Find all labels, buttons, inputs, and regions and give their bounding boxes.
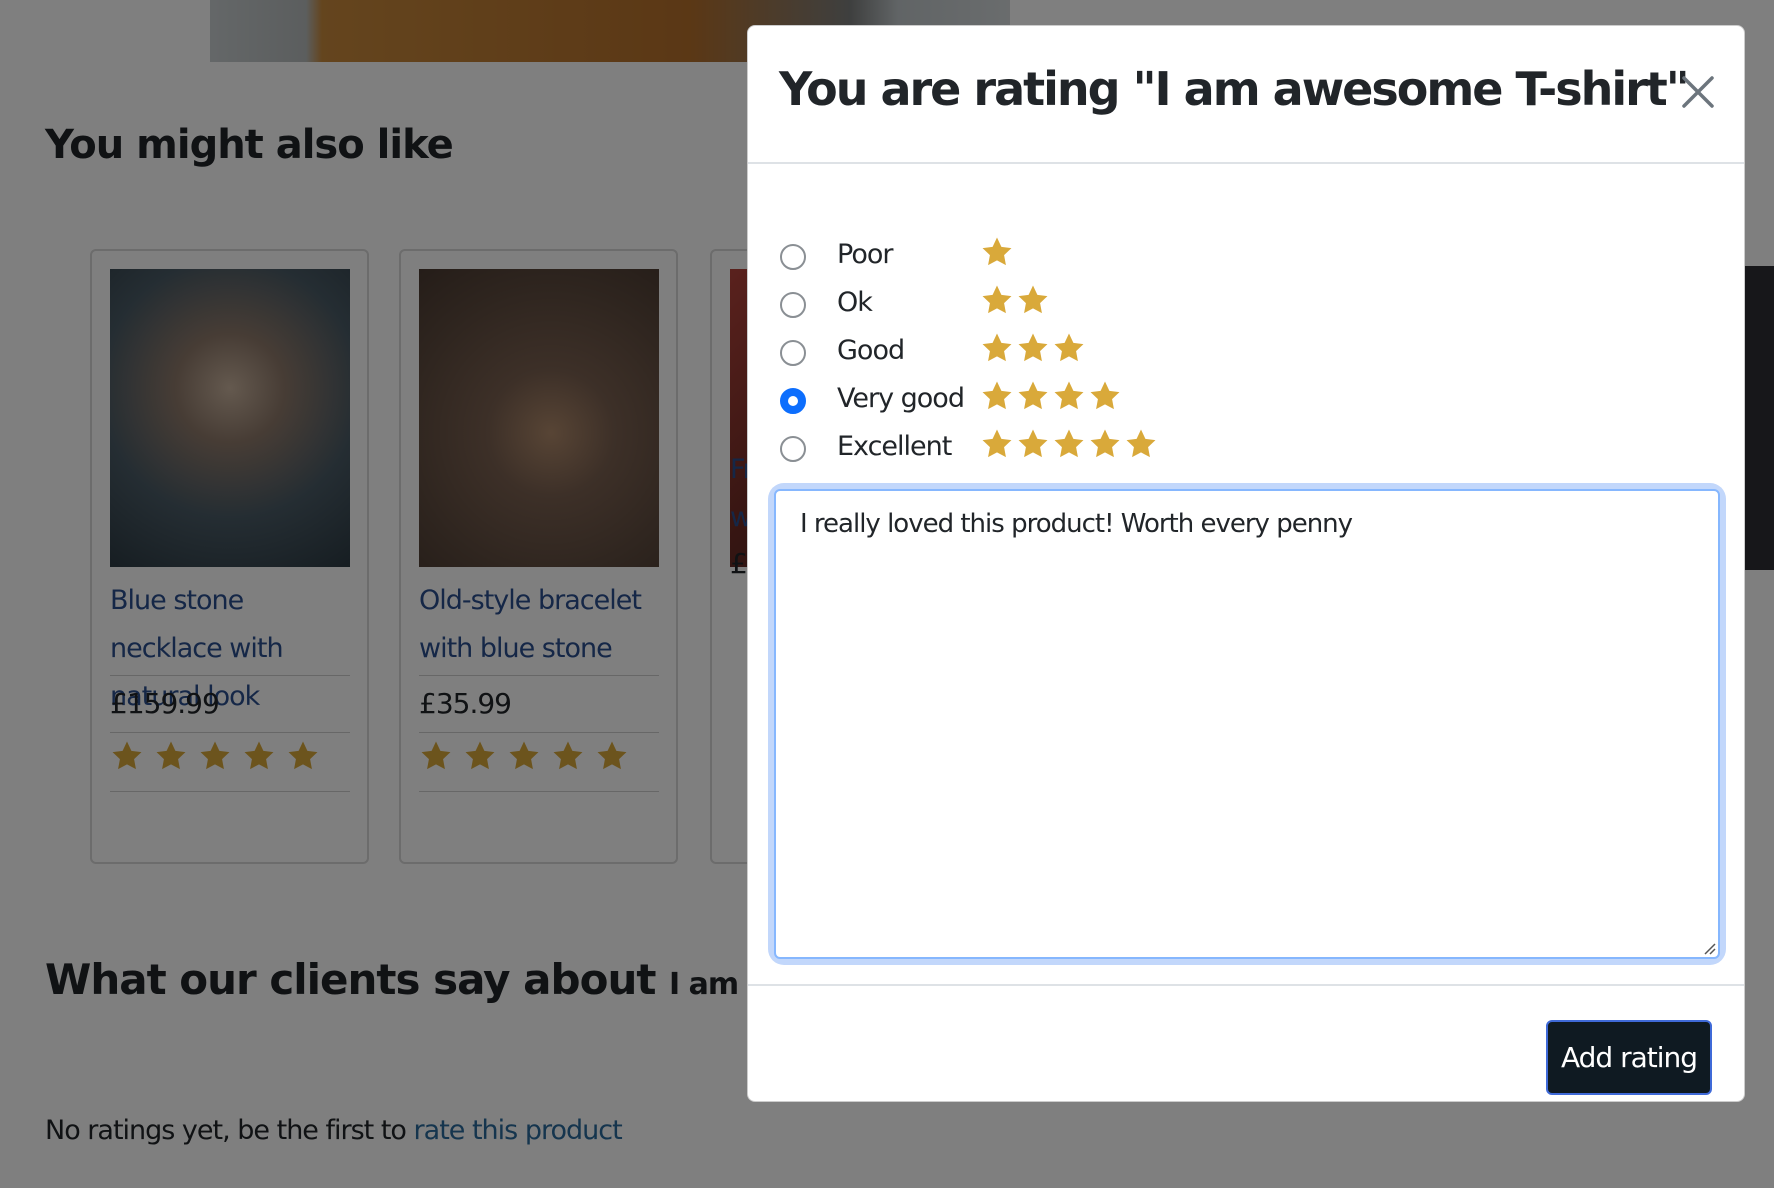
rating-option-good[interactable]: Good	[780, 340, 806, 366]
radio-button[interactable]	[780, 340, 806, 366]
rating-stars	[980, 379, 1122, 413]
radio-button[interactable]	[780, 436, 806, 462]
star-icon	[980, 427, 1014, 461]
star-icon	[1088, 427, 1122, 461]
star-icon	[1016, 283, 1050, 317]
rating-label[interactable]: Excellent	[837, 431, 952, 462]
modal-header: You are rating "I am awesome T-shirt"	[748, 26, 1744, 164]
star-icon	[1016, 427, 1050, 461]
star-icon	[1088, 379, 1122, 413]
modal-footer: Add rating	[748, 984, 1744, 1103]
star-icon	[1016, 331, 1050, 365]
star-icon	[980, 379, 1014, 413]
close-icon	[1682, 76, 1714, 108]
star-icon	[980, 235, 1014, 269]
rating-stars	[980, 331, 1086, 365]
modal-body: Poor Ok Good Very good Excellent I reall…	[748, 166, 1744, 984]
star-icon	[1052, 331, 1086, 365]
star-icon	[1124, 427, 1158, 461]
star-icon	[1052, 427, 1086, 461]
radio-button[interactable]	[780, 292, 806, 318]
review-textarea-focus-ring: I really loved this product! Worth every…	[774, 489, 1720, 959]
rating-option-very-good[interactable]: Very good	[780, 388, 806, 414]
modal-title: You are rating "I am awesome T-shirt"	[779, 62, 1690, 116]
rating-label[interactable]: Ok	[837, 287, 873, 318]
review-textarea[interactable]: I really loved this product! Worth every…	[774, 489, 1720, 959]
rating-option-poor[interactable]: Poor	[780, 244, 806, 270]
resize-handle-icon[interactable]	[1700, 939, 1716, 955]
rating-modal: You are rating "I am awesome T-shirt" Po…	[747, 25, 1745, 1102]
rating-option-excellent[interactable]: Excellent	[780, 436, 806, 462]
star-icon	[1016, 379, 1050, 413]
rating-label[interactable]: Good	[837, 335, 905, 366]
add-rating-button[interactable]: Add rating	[1546, 1020, 1712, 1095]
rating-stars	[980, 427, 1158, 461]
rating-stars	[980, 235, 1014, 269]
radio-button[interactable]	[780, 244, 806, 270]
radio-button-checked[interactable]	[780, 388, 806, 414]
star-icon	[980, 331, 1014, 365]
rating-option-ok[interactable]: Ok	[780, 292, 806, 318]
rating-label[interactable]: Poor	[837, 239, 893, 270]
rating-label[interactable]: Very good	[837, 383, 965, 414]
close-button[interactable]	[1678, 72, 1718, 112]
star-icon	[1052, 379, 1086, 413]
star-icon	[980, 283, 1014, 317]
rating-stars	[980, 283, 1050, 317]
